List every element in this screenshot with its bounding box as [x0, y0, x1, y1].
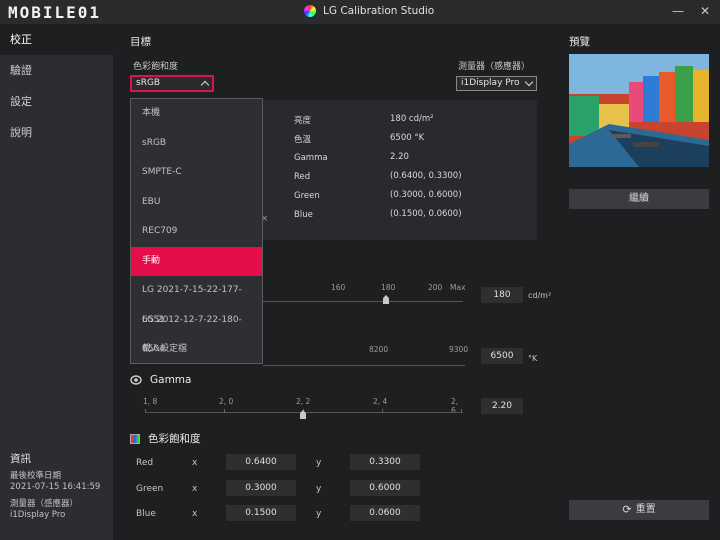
- gamut-dropdown: 本機 sRGB SMPTE-C EBU REC709 手動 LG 2021-7-…: [130, 98, 263, 364]
- title-bar: MOBILE01 LG Calibration Studio — ✕: [0, 0, 720, 24]
- spec-row: 色溫 6500 °K: [294, 133, 425, 145]
- gamma-title: Gamma: [150, 374, 192, 386]
- preview-label: 預覽: [569, 36, 590, 48]
- target-title: 目標: [130, 36, 151, 48]
- gamut-row: Blue x 0.1500 y 0.0600: [113, 503, 513, 529]
- info-panel: 資訊 最後校準日期 2021-07-15 16:41:59 測量器（感應器） i…: [10, 454, 100, 521]
- color-temp-value[interactable]: 6500: [481, 348, 523, 364]
- meter-select[interactable]: i1Display Pro: [456, 76, 537, 91]
- meter-info-value: i1Display Pro: [10, 510, 66, 520]
- preview-image: [569, 54, 709, 167]
- dropdown-option[interactable]: LG 2012-12-7-22-180-6504: [131, 306, 262, 355]
- gamut-table: Red x 0.6400 y 0.3300 Green x 0.3000 y 0…: [113, 452, 513, 529]
- meter-info-label: 測量器（感應器）: [10, 499, 79, 509]
- red-x-field[interactable]: 0.6400: [226, 454, 296, 470]
- dropdown-option[interactable]: 本機: [131, 99, 262, 129]
- gamma-tickmark: [461, 409, 462, 413]
- spec-row: Green (0.3000, 0.6000): [294, 190, 462, 201]
- gamma-tickmark: [382, 409, 383, 413]
- meter-select-value: i1Display Pro: [461, 78, 520, 88]
- gamma-tick: 2, 2: [296, 397, 311, 406]
- refresh-icon: ⟳: [622, 503, 632, 516]
- spec-row: Red (0.6400, 0.3300): [294, 171, 462, 182]
- gamma-header: Gamma: [130, 374, 191, 386]
- info-title: 資訊: [10, 453, 31, 465]
- logo-text: MOBILE01: [8, 3, 102, 22]
- gamma-icon: [130, 375, 142, 385]
- brightness-thumb[interactable]: [383, 295, 389, 304]
- continue-button[interactable]: 繼續: [569, 189, 709, 209]
- gamma-tick: 1, 8: [143, 397, 158, 406]
- color-temp-track: [263, 365, 465, 366]
- spec-row: Blue (0.1500, 0.0600): [294, 209, 462, 220]
- blue-y-field[interactable]: 0.0600: [350, 505, 420, 521]
- dropdown-option[interactable]: 載入設定檔: [131, 335, 262, 365]
- reset-button[interactable]: ⟳ 重置: [569, 500, 709, 520]
- brightness-unit: cd/m²: [528, 291, 552, 300]
- app-title: LG Calibration Studio: [304, 5, 434, 17]
- color-wheel-icon: [304, 5, 316, 17]
- sidebar-item-help[interactable]: 說明: [0, 117, 113, 148]
- close-button[interactable]: ✕: [700, 4, 710, 18]
- gamut-select[interactable]: sRGB: [130, 75, 214, 92]
- dropdown-option[interactable]: SMPTE-C: [131, 158, 262, 188]
- brightness-slider[interactable]: 160 180 200 Max: [263, 283, 466, 304]
- dropdown-option[interactable]: EBU: [131, 188, 262, 218]
- gamut-row: Red x 0.6400 y 0.3300: [113, 452, 513, 478]
- preview-scene: [569, 54, 709, 167]
- color-gamut-icon: [130, 433, 140, 444]
- chevron-up-icon: [200, 80, 210, 90]
- sidebar-item-verify[interactable]: 驗證: [0, 55, 113, 86]
- spec-row: Gamma 2.20: [294, 152, 409, 163]
- red-y-field[interactable]: 0.3300: [350, 454, 420, 470]
- brightness-tick: Max: [450, 283, 466, 292]
- meter-label: 測量器（感應器）: [458, 62, 531, 72]
- gamma-slider[interactable]: 1, 8 2, 0 2, 2 2, 4 2, 6: [143, 397, 465, 423]
- gamut-header: 色彩飽和度: [130, 431, 201, 446]
- chevron-down-icon: [524, 77, 534, 87]
- green-x-field[interactable]: 0.3000: [226, 479, 296, 496]
- brightness-tick: 180: [381, 283, 396, 292]
- last-cal-value: 2021-07-15 16:41:59: [10, 482, 101, 492]
- mobile01-logo: MOBILE01: [8, 4, 101, 22]
- dropdown-option-selected[interactable]: 手動: [131, 246, 262, 276]
- reset-label: 重置: [635, 504, 656, 515]
- color-temp-unit: °K: [528, 354, 538, 363]
- sidebar: 校正 驗證 設定 說明 資訊 最後校準日期 2021-07-15 16:41:5…: [0, 24, 113, 540]
- gamma-tick: 2, 4: [373, 397, 388, 406]
- color-temp-tick: 8200: [369, 345, 389, 354]
- gamut-row: Green x 0.3000 y 0.6000: [113, 478, 513, 504]
- main-area: 目標 色彩飽和度 sRGB 測量器（感應器） i1Display Pro × 亮…: [113, 24, 720, 540]
- gamma-value[interactable]: 2.20: [481, 398, 523, 414]
- brightness-tick: 160: [331, 283, 346, 292]
- sidebar-item-calibrate[interactable]: 校正: [0, 24, 113, 55]
- gamma-tickmark: [224, 409, 225, 413]
- brightness-tick: 200: [428, 283, 443, 292]
- brightness-value[interactable]: 180: [481, 287, 523, 303]
- green-y-field[interactable]: 0.6000: [350, 479, 420, 496]
- dropdown-option[interactable]: sRGB: [131, 129, 262, 159]
- color-temp-slider[interactable]: 8200 9300: [263, 345, 468, 369]
- sidebar-item-settings[interactable]: 設定: [0, 86, 113, 117]
- blue-x-field[interactable]: 0.1500: [226, 505, 296, 521]
- dropdown-option[interactable]: REC709: [131, 217, 262, 247]
- gamma-tickmark: [145, 409, 146, 413]
- gamut-section-title: 色彩飽和度: [148, 433, 201, 445]
- last-cal-label: 最後校準日期: [10, 471, 62, 481]
- spec-row: 亮度 180 cd/m²: [294, 114, 434, 126]
- brightness-track: [263, 301, 463, 302]
- dropdown-option[interactable]: LG 2021-7-15-22-177-6551: [131, 276, 262, 325]
- app-title-text: LG Calibration Studio: [323, 5, 435, 17]
- spec-table: 亮度 180 cd/m² 色溫 6500 °K Gamma 2.20 Red (0.64…: [294, 114, 494, 228]
- color-temp-tick: 9300: [449, 345, 469, 354]
- gamut-select-value: sRGB: [136, 78, 161, 88]
- gamut-label: 色彩飽和度: [133, 62, 179, 72]
- minimize-button[interactable]: —: [672, 4, 684, 18]
- gamma-tick: 2, 0: [219, 397, 234, 406]
